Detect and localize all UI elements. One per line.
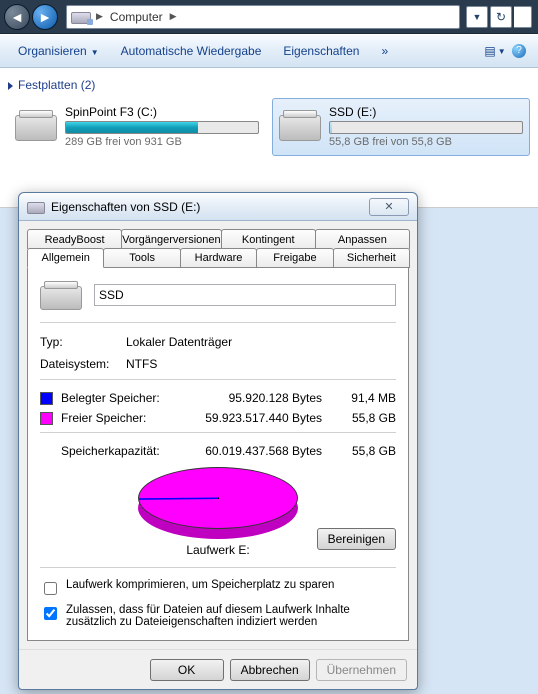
compress-label: Laufwerk komprimieren, um Speicherplatz … [66,579,334,591]
free-space-hr: 55,8 GB [340,411,396,425]
refresh-button[interactable]: ↻ [490,6,512,28]
view-mode-button[interactable]: ▤▼ [484,40,506,62]
explorer-topbar: ◄ ► ▶ Computer ▶ ▼ ↻ [0,0,538,34]
command-bar: Organisieren▼ Automatische Wiedergabe Ei… [0,34,538,68]
index-label: Zulassen, dass für Dateien auf diesem La… [66,604,396,628]
drive-free-text: 55,8 GB frei von 55,8 GB [329,136,523,148]
cmd-more[interactable]: » [371,41,398,61]
drive-tile-c[interactable]: SpinPoint F3 (C:) 289 GB frei von 931 GB [8,98,266,156]
capacity-fill [330,122,332,133]
drive-free-text: 289 GB frei von 931 GB [65,136,259,148]
topbar-right: ▼ ↻ [464,6,534,28]
capacity-bar [329,121,523,134]
close-button[interactable]: ✕ [369,198,409,216]
ok-button[interactable]: OK [150,659,224,681]
capacity-hr: 55,8 GB [340,444,396,458]
compress-checkbox[interactable] [44,582,57,595]
tab-readyboost[interactable]: ReadyBoost [27,229,122,249]
chevron-down-icon: ▼ [498,47,506,56]
drive-row: SpinPoint F3 (C:) 289 GB frei von 931 GB… [8,98,530,156]
cmd-properties[interactable]: Eigenschaften [273,41,369,61]
hard-drive-icon [279,105,323,149]
free-space-label: Freier Speicher: [61,411,173,425]
breadcrumb-sep: ▶ [167,11,180,22]
chevron-down-icon: ▼ [473,12,482,22]
group-header-drives[interactable]: Festplatten (2) [8,72,530,98]
hard-drive-icon [15,105,59,149]
nav-back-button[interactable]: ◄ [4,4,30,30]
tab-tools[interactable]: Tools [103,248,180,268]
hard-drive-icon [40,278,84,312]
used-space-color-icon [40,392,53,405]
used-space-hr: 91,4 MB [340,391,396,405]
filesystem-value: NTFS [126,357,157,371]
drive-name: SSD (E:) [329,105,523,119]
tab-hardware[interactable]: Hardware [180,248,257,268]
tab-sharing[interactable]: Freigabe [256,248,333,268]
capacity-label: Speicherkapazität: [61,444,173,458]
dialog-title: Eigenschaften von SSD (E:) [51,200,369,214]
filesystem-label: Dateisystem: [40,357,126,371]
hard-drive-icon [27,200,45,214]
cmd-autoplay[interactable]: Automatische Wiedergabe [111,41,272,61]
capacity-fill [66,122,198,133]
breadcrumb-computer[interactable]: Computer [106,10,167,24]
disk-usage-pie-chart [138,467,298,539]
nav-forward-button[interactable]: ► [32,4,58,30]
arrow-left-icon: ◄ [10,9,24,25]
capacity-bytes: 60.019.437.568 Bytes [173,444,340,458]
tab-general[interactable]: Allgemein [27,248,104,268]
free-space-bytes: 59.923.517.440 Bytes [173,411,340,425]
computer-icon [71,9,93,25]
divider [40,322,396,323]
drive-name-input[interactable] [94,284,396,306]
capacity-bar [65,121,259,134]
drive-tile-e[interactable]: SSD (E:) 55,8 GB frei von 55,8 GB [272,98,530,156]
type-label: Typ: [40,335,126,349]
address-bar[interactable]: ▶ Computer ▶ [66,5,460,29]
disk-cleanup-button[interactable]: Bereinigen [317,528,396,550]
dialog-footer: OK Abbrechen Übernehmen [19,649,417,689]
chevron-down-icon: ▼ [91,48,99,57]
refresh-icon: ↻ [496,10,506,24]
arrow-right-icon: ► [38,9,52,25]
tiles-icon: ▤ [484,44,495,58]
type-value: Lokaler Datenträger [126,335,232,349]
free-space-color-icon [40,412,53,425]
help-button[interactable]: ? [508,40,530,62]
explorer-content: Festplatten (2) SpinPoint F3 (C:) 289 GB… [0,68,538,208]
address-dropdown-button[interactable]: ▼ [466,6,488,28]
used-space-label: Belegter Speicher: [61,391,173,405]
drive-name: SpinPoint F3 (C:) [65,105,259,119]
index-checkbox[interactable] [44,607,57,620]
tab-strip: ReadyBoost Vorgängerversionen Kontingent… [27,229,409,269]
tab-panel-general: Typ:Lokaler Datenträger Dateisystem:NTFS… [27,268,409,641]
tab-quota[interactable]: Kontingent [221,229,316,249]
dialog-titlebar[interactable]: Eigenschaften von SSD (E:) ✕ [19,193,417,221]
divider [40,567,396,568]
close-icon: ✕ [384,200,393,213]
divider [40,379,396,380]
cmd-organize[interactable]: Organisieren▼ [8,41,109,61]
apply-button[interactable]: Übernehmen [316,659,407,681]
search-box-edge[interactable] [514,6,532,28]
help-icon: ? [512,44,526,58]
tab-security[interactable]: Sicherheit [333,248,410,268]
tab-previous-versions[interactable]: Vorgängerversionen [121,229,221,249]
divider [40,432,396,433]
used-space-bytes: 95.920.128 Bytes [173,391,340,405]
tab-customize[interactable]: Anpassen [315,229,410,249]
breadcrumb-sep: ▶ [93,11,106,22]
properties-dialog: Eigenschaften von SSD (E:) ✕ ReadyBoost … [18,192,418,690]
cancel-button[interactable]: Abbrechen [230,659,310,681]
